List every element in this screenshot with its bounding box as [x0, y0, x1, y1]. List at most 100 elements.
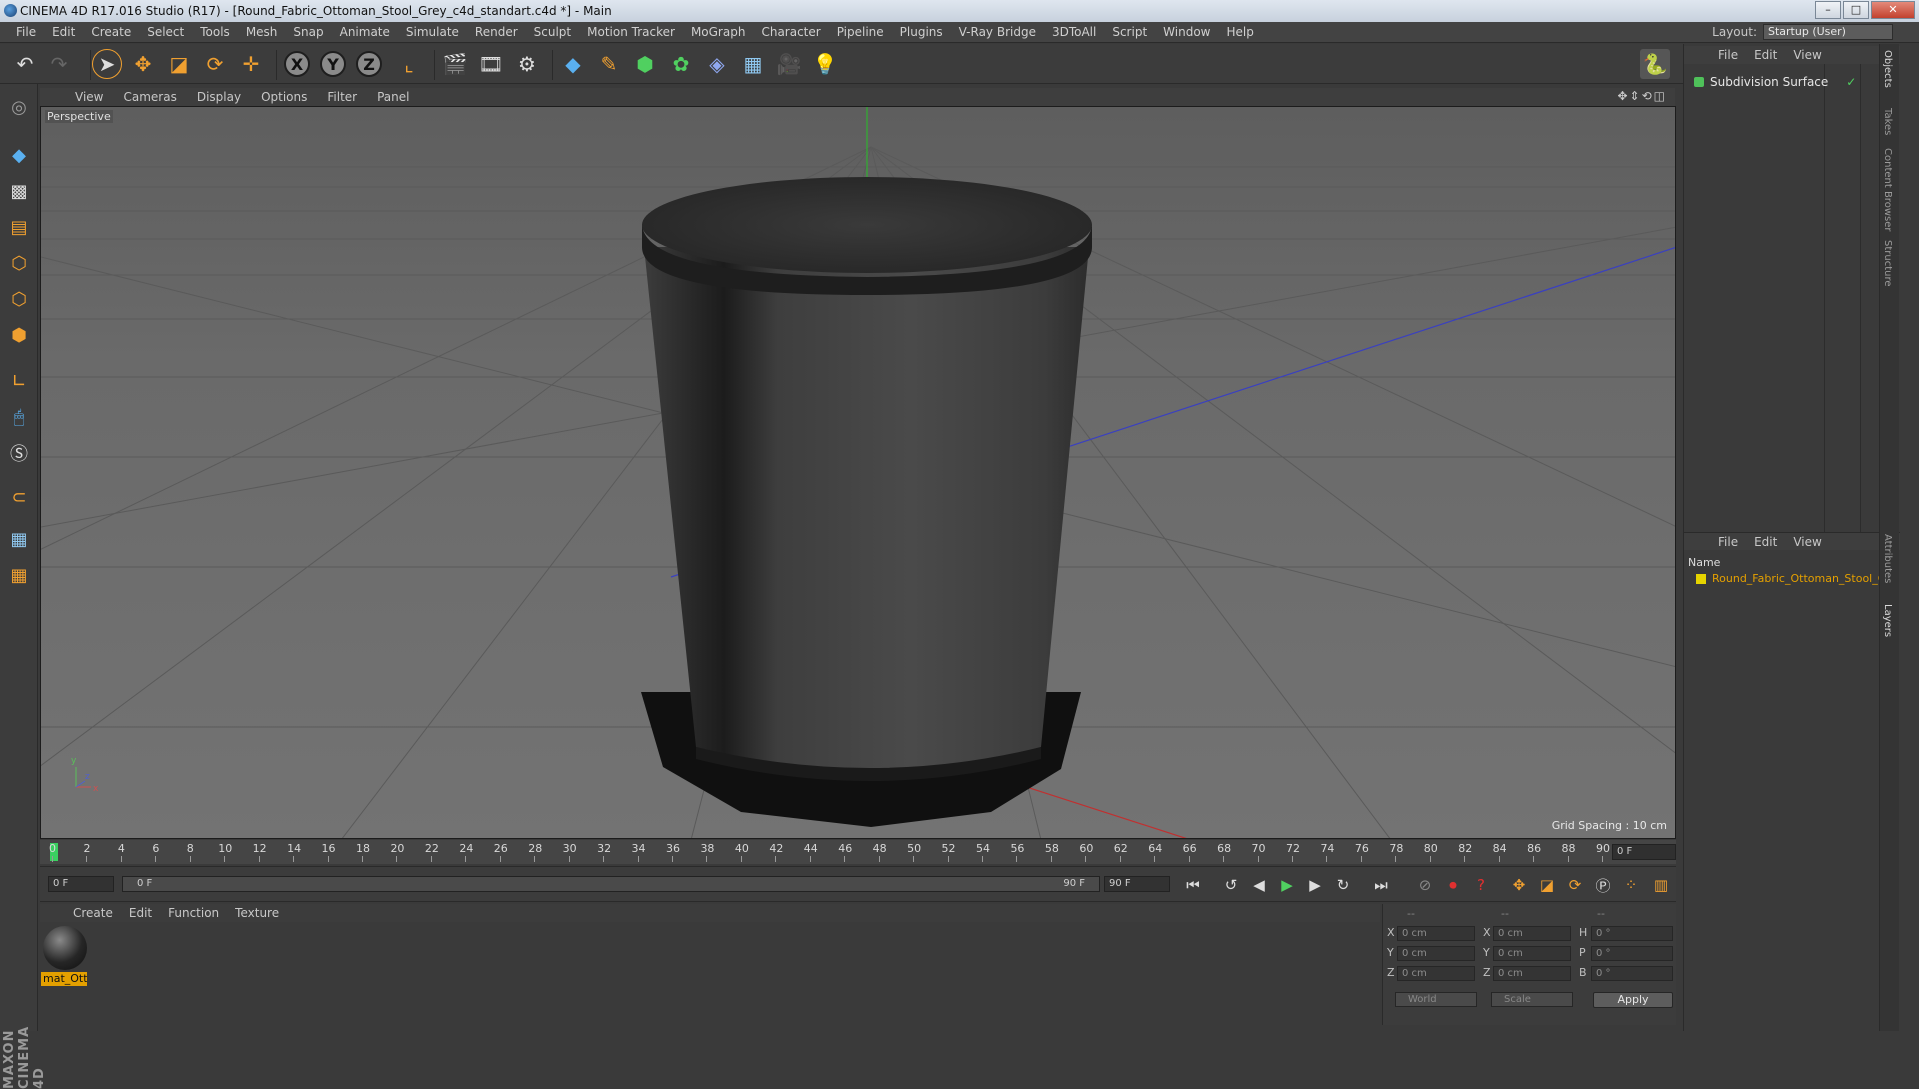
object-name[interactable]: Subdivision Surface: [1710, 75, 1828, 89]
menu-edit[interactable]: Edit: [44, 25, 83, 39]
coordinate-system-icon[interactable]: ⌞: [394, 49, 424, 79]
render-view-icon[interactable]: 🎬: [440, 49, 470, 79]
material-name[interactable]: mat_Ott: [41, 972, 87, 986]
layout-dropdown[interactable]: Startup (User): [1763, 24, 1893, 40]
menu-plugins[interactable]: Plugins: [892, 25, 951, 39]
menu-create[interactable]: Create: [83, 25, 139, 39]
menu-motion-tracker[interactable]: Motion Tracker: [579, 25, 683, 39]
end-frame-field[interactable]: 90 F: [1104, 876, 1170, 892]
axis-mode-icon[interactable]: ∟: [4, 366, 34, 396]
scale-icon[interactable]: ◪: [164, 49, 194, 79]
points-mode-icon[interactable]: ⬡: [4, 248, 34, 278]
side-tab-attributes[interactable]: Attributes: [1882, 534, 1893, 583]
coordinate-mode-dropdown[interactable]: World: [1395, 992, 1477, 1007]
previous-key-icon[interactable]: ↺: [1218, 873, 1244, 897]
timeline-ruler[interactable]: 0 2 4 6 8 10 12 14 16 18 20 22 24 26 28 30 32 34 36 38 40 42 4…: [40, 840, 1676, 864]
side-tab-structure[interactable]: Structure: [1882, 240, 1893, 287]
go-to-start-icon[interactable]: ⏮: [1180, 873, 1206, 897]
objects-menu-edit[interactable]: Edit: [1746, 48, 1785, 62]
minimize-button[interactable]: –: [1815, 1, 1841, 19]
menu-script[interactable]: Script: [1104, 25, 1155, 39]
preview-range-slider[interactable]: 0 F 90 F: [122, 876, 1100, 892]
menu-simulate[interactable]: Simulate: [398, 25, 467, 39]
polygons-mode-icon[interactable]: ⬢: [4, 320, 34, 350]
menu-mesh[interactable]: Mesh: [238, 25, 286, 39]
y-axis-lock-icon[interactable]: Y: [320, 51, 346, 77]
menu-mograph[interactable]: MoGraph: [683, 25, 754, 39]
python-script-icon[interactable]: 🐍: [1640, 49, 1670, 79]
transform-icon[interactable]: ✛: [236, 49, 266, 79]
pos-y-field[interactable]: 0 cm: [1397, 946, 1475, 961]
objects-menu-file[interactable]: File: [1710, 48, 1746, 62]
side-tab-objects[interactable]: Objects: [1882, 50, 1893, 88]
side-tab-layers[interactable]: Layers: [1882, 604, 1893, 637]
keyframe-selection-icon[interactable]: ⊘: [1412, 873, 1438, 897]
render-picture-viewer-icon[interactable]: 🎞: [476, 49, 506, 79]
rot-h-field[interactable]: 0 °: [1591, 926, 1673, 941]
key-rotation-icon[interactable]: ⟳: [1562, 873, 1588, 897]
undo-icon[interactable]: ↶: [10, 49, 40, 79]
play-icon[interactable]: ▶: [1274, 873, 1300, 897]
key-parameter-icon[interactable]: Ⓟ: [1590, 873, 1616, 897]
objects-menu-view[interactable]: View: [1785, 48, 1829, 62]
size-x-field[interactable]: 0 cm: [1493, 926, 1571, 941]
locked-workplane-icon[interactable]: ▦: [4, 560, 34, 590]
go-to-end-icon[interactable]: ⏭: [1368, 873, 1394, 897]
light-icon[interactable]: 💡: [810, 49, 840, 79]
menu-animate[interactable]: Animate: [332, 25, 398, 39]
floor-environment-icon[interactable]: ▦: [738, 49, 768, 79]
viewport-menu-options[interactable]: Options: [251, 90, 317, 104]
snap-magnet-icon[interactable]: ⊂: [4, 482, 34, 512]
pos-z-field[interactable]: 0 cm: [1397, 966, 1475, 981]
rot-p-field[interactable]: 0 °: [1591, 946, 1673, 961]
rot-b-field[interactable]: 0 °: [1591, 966, 1673, 981]
object-enabled-check-icon[interactable]: ✓: [1846, 75, 1856, 89]
side-tab-takes[interactable]: Takes: [1882, 108, 1893, 135]
viewport-menu-view[interactable]: View: [65, 90, 113, 104]
key-point-level-icon[interactable]: ⁘: [1618, 873, 1644, 897]
move-icon[interactable]: ✥: [128, 49, 158, 79]
close-button[interactable]: ✕: [1871, 1, 1915, 19]
model-mode-icon[interactable]: ◆: [4, 140, 34, 170]
rotate-icon[interactable]: ⟳: [200, 49, 230, 79]
material-menu-create[interactable]: Create: [65, 906, 121, 920]
menu-help[interactable]: Help: [1218, 25, 1261, 39]
size-z-field[interactable]: 0 cm: [1493, 966, 1571, 981]
menu-vray-bridge[interactable]: V-Ray Bridge: [951, 25, 1044, 39]
redo-icon[interactable]: ↷: [44, 49, 74, 79]
menu-render[interactable]: Render: [467, 25, 526, 39]
autokeying-icon[interactable]: ?: [1468, 873, 1494, 897]
menu-tools[interactable]: Tools: [192, 25, 238, 39]
z-axis-lock-icon[interactable]: Z: [356, 51, 382, 77]
menu-3dtoall[interactable]: 3DToAll: [1044, 25, 1104, 39]
layers-menu-view[interactable]: View: [1785, 535, 1829, 549]
menu-file[interactable]: File: [8, 25, 44, 39]
cube-icon[interactable]: ◆: [558, 49, 588, 79]
solo-mode-icon[interactable]: Ⓢ: [4, 438, 34, 468]
side-tab-content-browser[interactable]: Content Browser: [1882, 148, 1893, 231]
maximize-button[interactable]: □: [1843, 1, 1869, 19]
next-frame-icon[interactable]: ▶: [1302, 873, 1328, 897]
record-active-objects-icon[interactable]: ⏺: [1440, 873, 1466, 897]
material-preview-sphere[interactable]: [43, 926, 87, 970]
live-selection-icon[interactable]: ➤: [92, 49, 122, 79]
layer-row[interactable]: Round_Fabric_Ottoman_Stool_Gr: [1696, 572, 1891, 585]
ottoman-stool-model[interactable]: [641, 177, 1092, 827]
perspective-viewport[interactable]: y x z Perspective Grid Spacing : 10 cm: [40, 106, 1676, 839]
timeline-window-icon[interactable]: ▥: [1648, 873, 1674, 897]
material-menu-texture[interactable]: Texture: [227, 906, 287, 920]
viewport-menu-filter[interactable]: Filter: [317, 90, 367, 104]
current-frame-field[interactable]: 0 F: [1612, 844, 1676, 860]
size-mode-dropdown[interactable]: Scale: [1491, 992, 1573, 1007]
previous-frame-icon[interactable]: ◀: [1246, 873, 1272, 897]
workplane-lock-icon[interactable]: ▦: [4, 524, 34, 554]
x-axis-lock-icon[interactable]: X: [284, 51, 310, 77]
object-row[interactable]: Subdivision Surface ✓: [1684, 74, 1900, 90]
tweak-mode-icon[interactable]: 🖱: [4, 402, 34, 432]
pen-spline-icon[interactable]: ✎: [594, 49, 624, 79]
key-position-icon[interactable]: ✥: [1506, 873, 1532, 897]
viewport-menu-cameras[interactable]: Cameras: [113, 90, 186, 104]
deformer-icon[interactable]: ◈: [702, 49, 732, 79]
layer-name[interactable]: Round_Fabric_Ottoman_Stool_Gr: [1712, 572, 1891, 585]
make-editable-icon[interactable]: ◎: [4, 92, 34, 122]
